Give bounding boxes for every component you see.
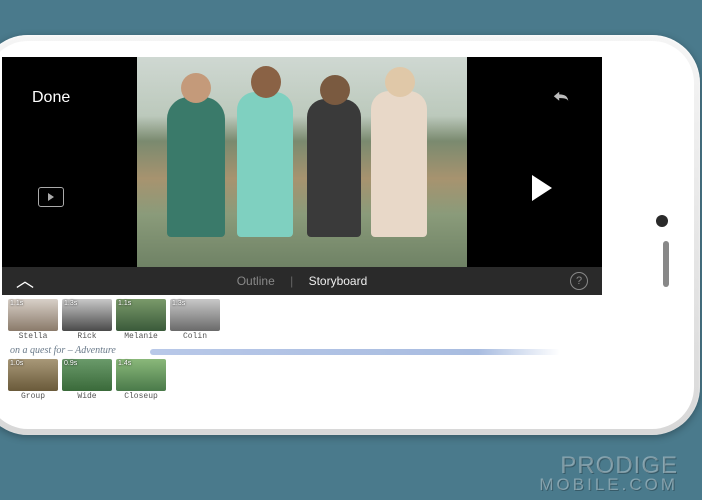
clip-duration: 1.3s [64,300,77,307]
play-preview-button[interactable] [38,187,64,207]
clip-label: Group [8,392,58,401]
play-button[interactable] [532,175,554,201]
watermark: PRODIGE MOBILE.COM [539,455,678,492]
clip-thumbnail: 1.1s [116,299,166,331]
mode-toolbar: ︿ Outline | Storyboard ? [2,267,602,295]
clip-thumbnail: 1.0s [8,359,58,391]
title-text: on a quest for – Adventure [10,345,116,356]
undo-button[interactable] [550,89,572,110]
app-screen: Done ︿ Outline | Storyboard ? [2,57,602,413]
clip-label: Stella [8,332,58,341]
tab-separator: | [290,274,293,288]
clip-duration: 1.3s [172,300,185,307]
clip-label: Colin [170,332,220,341]
person-silhouette [237,92,293,237]
help-button[interactable]: ? [570,272,588,290]
done-button[interactable]: Done [32,89,70,107]
clip-stella[interactable]: 1.1s Stella [8,299,58,341]
speaker-slot [663,241,669,287]
clip-closeup[interactable]: 1.4s Closeup [116,359,166,401]
title-track[interactable]: on a quest for – Adventure [10,345,596,356]
clip-duration: 0.9s [64,360,77,367]
clip-colin[interactable]: 1.3s Colin [170,299,220,341]
undo-icon [550,89,572,107]
watermark-line2: MOBILE.COM [539,477,678,492]
clip-row-shots: 1.0s Group 0.9s Wide 1.4s Closeup [8,359,596,401]
clip-rick[interactable]: 1.3s Rick [62,299,112,341]
video-preview-area: Done [2,57,602,267]
clip-melanie[interactable]: 1.1s Melanie [116,299,166,341]
tab-outline[interactable]: Outline [237,274,275,288]
tab-storyboard[interactable]: Storyboard [309,274,368,288]
clip-label: Closeup [116,392,166,401]
clip-thumbnail: 1.1s [8,299,58,331]
clip-group[interactable]: 1.0s Group [8,359,58,401]
phone-frame: Done ︿ Outline | Storyboard ? [0,35,700,435]
clip-duration: 1.1s [118,300,131,307]
person-silhouette [307,99,361,237]
storyboard-panel[interactable]: 1.1s Stella 1.3s Rick 1.1s Melanie 1.3s … [2,295,602,413]
clip-thumbnail: 1.3s [170,299,220,331]
video-preview[interactable] [137,57,467,267]
clip-thumbnail: 1.4s [116,359,166,391]
title-track-bar [150,349,560,355]
clip-row-cast: 1.1s Stella 1.3s Rick 1.1s Melanie 1.3s … [8,299,596,341]
person-silhouette [167,97,225,237]
clip-label: Wide [62,392,112,401]
clip-label: Melanie [116,332,166,341]
clip-thumbnail: 1.3s [62,299,112,331]
clip-duration: 1.4s [118,360,131,367]
clip-wide[interactable]: 0.9s Wide [62,359,112,401]
camera-dot [656,215,668,227]
clip-duration: 1.0s [10,360,23,367]
person-silhouette [371,91,427,237]
clip-duration: 1.1s [10,300,23,307]
expand-button[interactable]: ︿ [16,272,34,290]
clip-label: Rick [62,332,112,341]
clip-thumbnail: 0.9s [62,359,112,391]
phone-body: Done ︿ Outline | Storyboard ? [0,41,694,429]
mode-tabs: Outline | Storyboard [34,274,570,288]
